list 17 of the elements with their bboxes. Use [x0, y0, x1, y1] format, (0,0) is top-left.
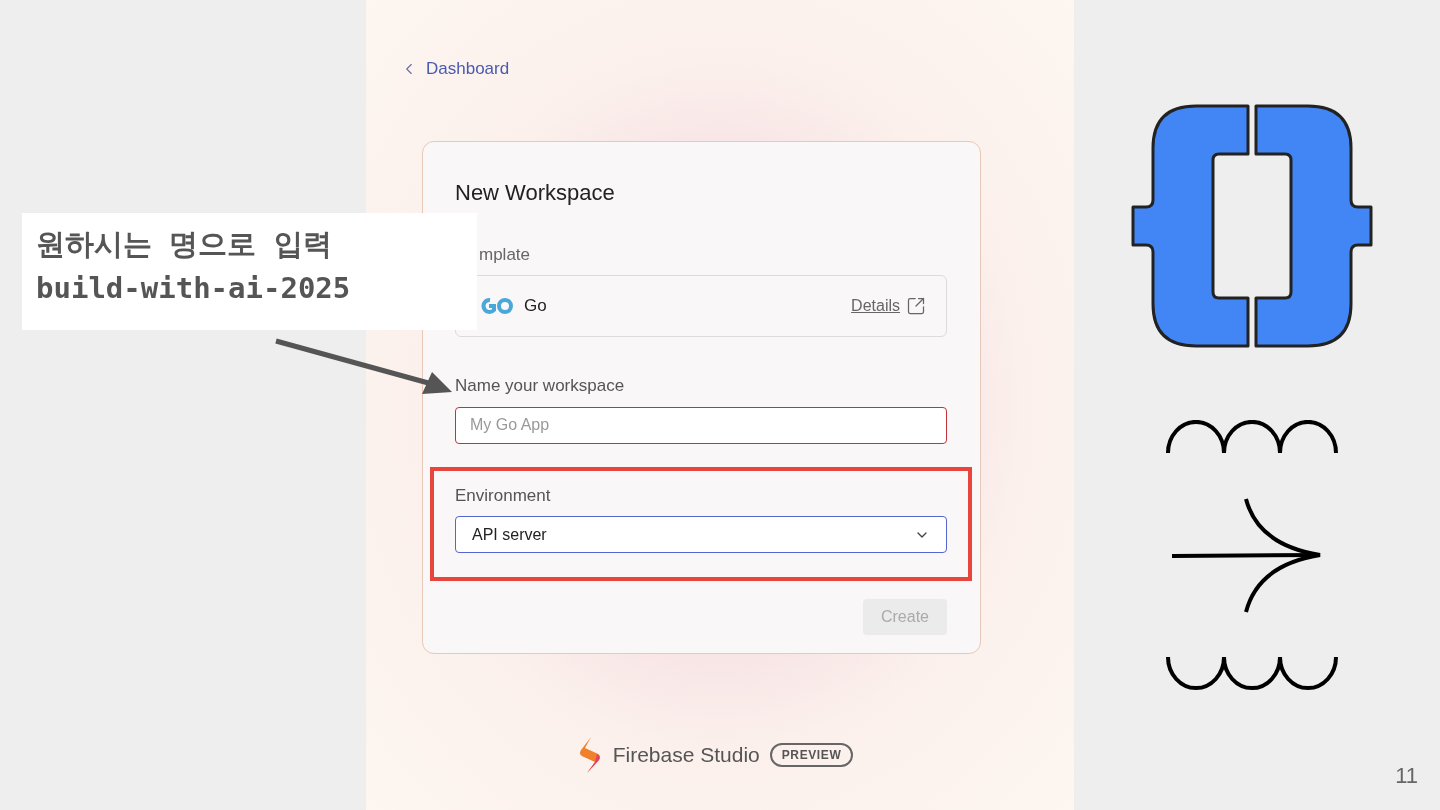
preview-badge: PREVIEW — [769, 742, 854, 767]
external-link-icon — [906, 296, 926, 316]
field-label: Environment — [455, 484, 552, 507]
dialog-title: New Workspace — [455, 178, 616, 207]
back-link[interactable]: Dashboard — [400, 56, 510, 82]
field-label: mplate — [478, 243, 532, 266]
template-name: Go — [524, 295, 547, 318]
brand-name: Firebase Studio — [612, 741, 760, 768]
go-logo-icon — [480, 297, 514, 315]
page-number: 11 — [1395, 762, 1418, 790]
workspace-name-field[interactable]: My Go App — [455, 406, 947, 444]
callout-text: 원하시는 명으로 입력 — [36, 226, 333, 263]
curly-braces-icon — [1131, 104, 1373, 348]
details-link[interactable]: Details — [851, 294, 926, 318]
field-label: Name your workspace — [455, 375, 626, 397]
environment-select[interactable]: API server — [455, 516, 947, 553]
callout-text: build-with-ai-2025 — [36, 270, 352, 307]
